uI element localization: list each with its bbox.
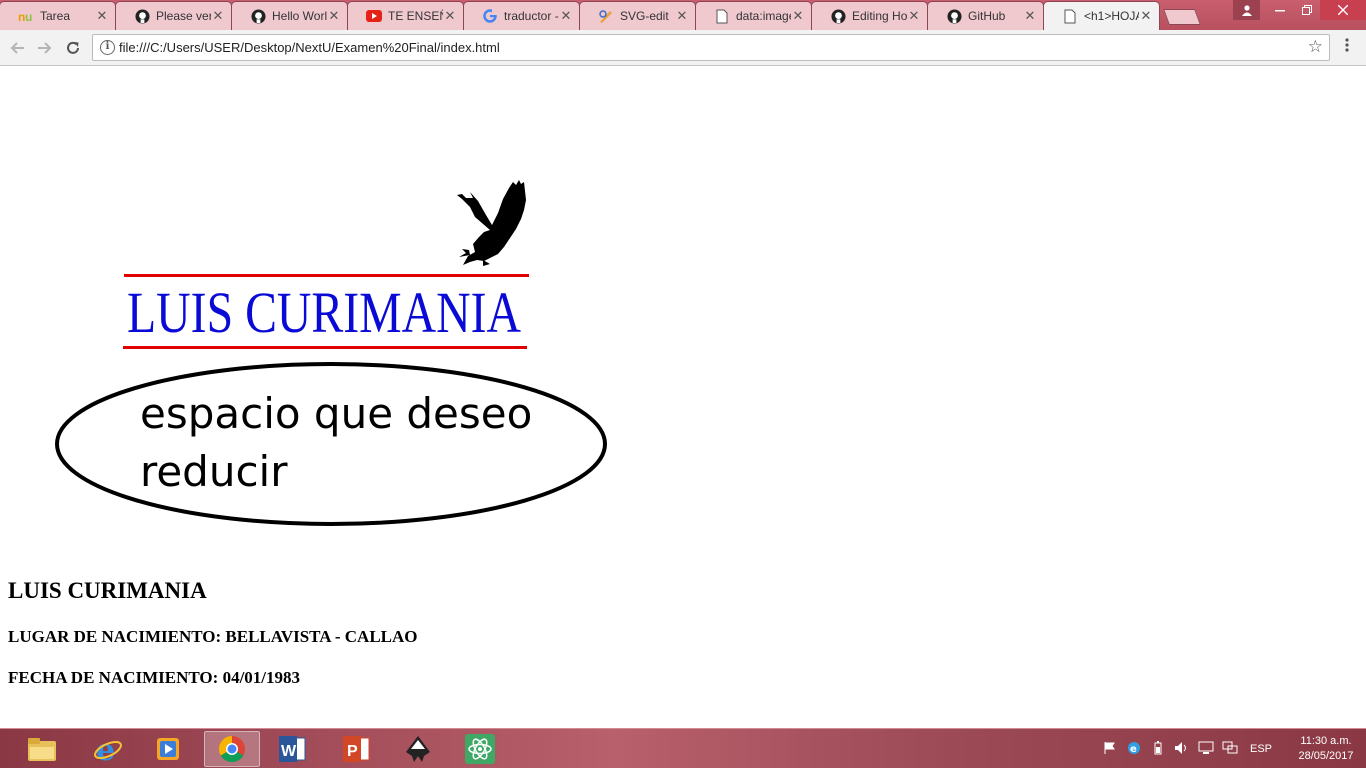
nextu-icon: nu — [18, 8, 34, 24]
tab-github[interactable]: GitHub ✕ — [927, 1, 1044, 30]
close-icon[interactable]: ✕ — [443, 8, 457, 24]
media-player-icon[interactable] — [140, 731, 196, 767]
eagle-icon — [457, 180, 526, 266]
tab-title: TE ENSEÑ — [388, 9, 443, 23]
tab-title: Please veri — [156, 9, 211, 23]
volume-icon[interactable] — [1170, 741, 1194, 758]
youtube-icon — [366, 8, 382, 24]
forward-arrow-icon[interactable] — [34, 37, 56, 59]
tab-please-verify[interactable]: Please veri ✕ — [115, 1, 232, 30]
battery-icon[interactable] — [1146, 740, 1170, 758]
close-icon[interactable]: ✕ — [211, 8, 225, 24]
clock[interactable]: 11:30 a.m. 28/05/2017 — [1286, 734, 1366, 764]
tab-data-image[interactable]: data:image ✕ — [695, 1, 812, 30]
display-icon[interactable] — [1194, 741, 1218, 758]
github-icon — [134, 8, 150, 24]
document-icon — [1062, 8, 1078, 24]
clock-time: 11:30 a.m. — [1300, 735, 1352, 747]
tab-title: GitHub — [968, 9, 1006, 23]
system-tray: e ESP 11:30 a.m. 28/05/2017 — [1098, 729, 1366, 768]
google-icon — [482, 8, 498, 24]
file-explorer-icon[interactable] — [14, 731, 70, 767]
tab-title: SVG-edit — [620, 9, 669, 23]
github-icon — [946, 8, 962, 24]
ellipse-text: espacio que deseo reducir — [140, 389, 533, 496]
svg-text:u: u — [25, 10, 32, 22]
close-icon[interactable]: ✕ — [95, 8, 109, 24]
flag-icon[interactable] — [1098, 741, 1122, 757]
tab-editing[interactable]: Editing Ho ✕ — [811, 1, 928, 30]
menu-icon[interactable] — [1340, 37, 1354, 58]
close-icon[interactable]: ✕ — [1023, 8, 1037, 24]
page-viewport: LUIS CURIMANIA espacio que deseo reducir… — [0, 67, 1366, 728]
restore-button[interactable] — [1293, 0, 1320, 20]
new-tab-button[interactable] — [1163, 9, 1201, 25]
tab-strip: nu Tarea ✕ Please veri ✕ Hello Worl ✕ TE… — [0, 0, 1366, 30]
close-icon[interactable]: ✕ — [791, 8, 805, 24]
back-arrow-icon[interactable] — [6, 37, 28, 59]
tab-title: data:image — [736, 9, 791, 23]
document-icon — [714, 8, 730, 24]
minimize-button[interactable] — [1266, 0, 1293, 20]
network-icon[interactable] — [1218, 741, 1242, 758]
tab-title: traductor - — [504, 9, 559, 23]
tab-hoja-active[interactable]: <h1>HOJA ✕ — [1043, 1, 1160, 30]
clock-date: 28/05/2017 — [1298, 750, 1354, 762]
svgedit-icon — [598, 8, 614, 24]
close-icon[interactable]: ✕ — [675, 8, 689, 24]
svg-text:e: e — [1130, 744, 1137, 755]
bookmark-star-icon[interactable]: ☆ — [1308, 37, 1323, 57]
inkscape-icon[interactable] — [390, 731, 446, 767]
browser-toolbar: i file:///C:/Users/USER/Desktop/NextU/Ex… — [0, 30, 1366, 66]
windows-taskbar: e W P e ESP 11:30 a.m. 28/05/2017 — [0, 728, 1366, 768]
chrome-icon[interactable] — [204, 731, 260, 767]
bottom-red-line — [123, 346, 527, 349]
url-text[interactable]: file:///C:/Users/USER/Desktop/NextU/Exam… — [119, 40, 500, 55]
tab-title: Hello Worl — [272, 9, 327, 23]
tab-traductor[interactable]: traductor - ✕ — [463, 1, 580, 30]
word-icon[interactable]: W — [264, 731, 320, 767]
top-red-line — [124, 274, 529, 277]
tab-title: Tarea — [40, 9, 71, 23]
close-icon[interactable]: ✕ — [1139, 8, 1153, 24]
page-heading-name: LUIS CURIMANIA — [8, 578, 207, 603]
birthplace-heading: LUGAR DE NACIMIENTO: BELLAVISTA - CALLAO — [8, 627, 418, 646]
tab-youtube[interactable]: TE ENSEÑ ✕ — [347, 1, 464, 30]
svg-text:P: P — [347, 743, 358, 760]
powerpoint-icon[interactable]: P — [328, 731, 384, 767]
browser-tray-icon[interactable]: e — [1122, 741, 1146, 758]
tab-hello-world[interactable]: Hello Worl ✕ — [231, 1, 348, 30]
close-icon[interactable]: ✕ — [327, 8, 341, 24]
window-controls — [1233, 0, 1366, 20]
tab-list: nu Tarea ✕ Please veri ✕ Hello Worl ✕ TE… — [0, 1, 1201, 30]
language-indicator[interactable]: ESP — [1250, 743, 1272, 755]
user-icon[interactable] — [1233, 0, 1260, 20]
info-icon[interactable]: i — [100, 40, 115, 55]
close-window-button[interactable] — [1320, 0, 1366, 20]
logo-name-text: LUIS CURIMANIA — [127, 280, 521, 345]
address-bar[interactable]: i file:///C:/Users/USER/Desktop/NextU/Ex… — [92, 34, 1330, 61]
birthdate-heading: FECHA DE NACIMIENTO: 04/01/1983 — [8, 668, 301, 687]
close-icon[interactable]: ✕ — [559, 8, 573, 24]
tab-tarea[interactable]: nu Tarea ✕ — [0, 1, 116, 30]
reload-icon[interactable] — [62, 37, 84, 59]
tab-title: Editing Ho — [852, 9, 907, 23]
internet-explorer-icon[interactable]: e — [80, 731, 136, 767]
tab-title: <h1>HOJA — [1084, 9, 1139, 23]
atom-icon[interactable] — [452, 731, 508, 767]
github-icon — [250, 8, 266, 24]
github-icon — [830, 8, 846, 24]
tab-svg-edit[interactable]: SVG-edit ✕ — [579, 1, 696, 30]
svg-text:W: W — [281, 743, 297, 760]
close-icon[interactable]: ✕ — [907, 8, 921, 24]
